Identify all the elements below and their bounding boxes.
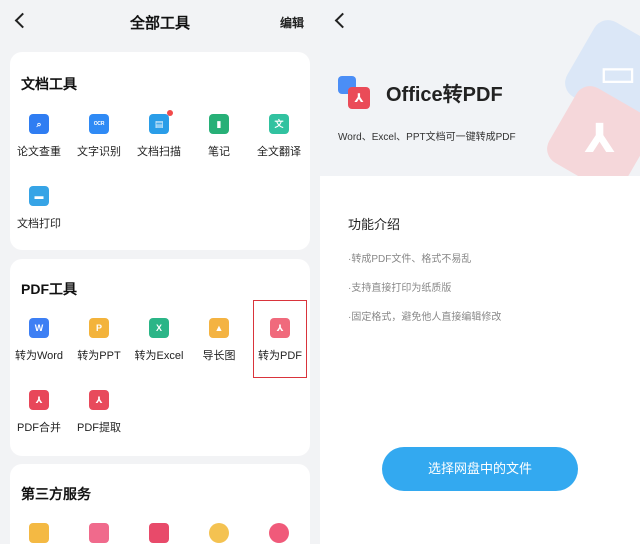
pdf-extract-icon: ⅄ [89,390,109,410]
printer-icon: ▬ [29,186,49,206]
excel-icon: X [149,318,169,338]
features-heading: 功能介绍 [348,217,401,232]
service-icon-1 [29,523,49,543]
image-icon: ▲ [209,318,229,338]
feature-item: ·支持直接打印为纸质版 [348,283,452,294]
tool-to-word[interactable]: W 转为Word [9,318,69,363]
service-item-1[interactable] [9,523,69,543]
tool-label: 转为PPT [77,350,121,362]
tool-label: 全文翻译 [257,146,301,158]
tool-long-image[interactable]: ▲ 导长图 [189,318,249,363]
new-badge-dot [167,110,173,116]
notebook-icon: ▮ [209,114,229,134]
tool-ocr[interactable]: OCR 文字识别 [69,114,129,159]
tool-print[interactable]: ▬ 文档打印 [9,186,69,231]
tool-scan[interactable]: ▤ 文档扫描 [129,110,189,159]
word-icon: W [29,318,49,338]
service-item-3[interactable] [129,523,189,543]
tool-to-excel[interactable]: X 转为Excel [129,318,189,363]
select-cloud-file-button[interactable]: 选择网盘中的文件 [382,447,578,491]
scan-icon: ▤ [149,110,173,134]
selection-highlight [253,300,307,378]
tool-label: PDF合并 [17,422,61,434]
tool-label: 转为Word [14,350,64,362]
document-check-icon: ⌕ [29,114,49,134]
service-icon-3 [149,523,169,543]
tools-screen: 全部工具 编辑 文档工具 ⌕ 论文查重 OCR 文字识别 ▤ 文档扫描 ▮ 笔记… [0,0,320,544]
service-item-5[interactable] [249,523,309,543]
feature-item: ·转成PDF文件、格式不易乱 [348,254,472,265]
office-pdf-icon: ⅄ [338,76,372,110]
feature-subtitle: Word、Excel、PPT文档可一键转成PDF [338,132,516,143]
back-icon[interactable] [330,10,352,32]
service-item-4[interactable] [189,523,249,543]
tool-paper-check[interactable]: ⌕ 论文查重 [9,114,69,159]
service-icon-2 [89,523,109,543]
hero-banner: ▭ ⅄ ⅄ Office转PDF Word、Excel、PPT文档可一键转成PD… [320,0,640,176]
tool-pdf-extract[interactable]: ⅄ PDF提取 [69,390,129,435]
service-icon-5 [269,523,289,543]
tool-label: 笔记 [208,146,230,158]
section-title: 文档工具 [21,76,77,92]
tool-label: 论文查重 [17,146,61,158]
tool-pdf-merge[interactable]: ⅄ PDF合并 [9,390,69,435]
tool-label: 文档打印 [17,218,61,230]
top-bar: 全部工具 编辑 [0,0,320,44]
ppt-icon: P [89,318,109,338]
section-title: 第三方服务 [21,486,91,502]
feature-item: ·固定格式，避免他人直接编辑修改 [348,312,502,323]
tool-notes[interactable]: ▮ 笔记 [189,114,249,159]
office-to-pdf-screen: ▭ ⅄ ⅄ Office转PDF Word、Excel、PPT文档可一键转成PD… [320,0,640,544]
tool-to-ppt[interactable]: P 转为PPT [69,318,129,363]
section-title: PDF工具 [21,281,77,297]
feature-title: Office转PDF [386,84,503,106]
service-icon-4 [209,523,229,543]
tool-label: 导长图 [202,350,236,362]
service-item-2[interactable] [69,523,129,543]
edit-button[interactable]: 编辑 [280,14,304,31]
tool-label: 转为Excel [134,350,184,362]
tool-label: PDF提取 [77,422,121,434]
tool-label: 文档扫描 [137,146,181,158]
pdf-merge-icon: ⅄ [29,390,49,410]
page-title: 全部工具 [129,15,190,32]
translate-icon: 文 [269,114,289,134]
tool-label: 文字识别 [77,146,121,158]
ocr-icon: OCR [89,114,109,134]
tool-translate[interactable]: 文 全文翻译 [249,114,309,159]
